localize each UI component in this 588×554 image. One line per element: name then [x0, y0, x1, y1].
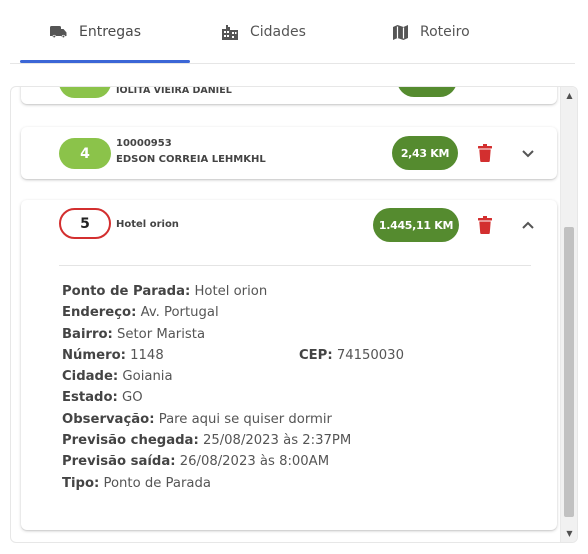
detail-cidade: Cidade: Goiania — [62, 369, 173, 385]
active-tab-indicator — [20, 60, 190, 63]
distance-badge — [397, 87, 457, 97]
scroll-down-arrow-icon[interactable]: ▼ — [561, 525, 577, 542]
stop-number-badge: 5 — [59, 208, 111, 239]
detail-endereco: Endereço: Av. Portugal — [62, 305, 219, 321]
tab-cidades[interactable]: Cidades — [222, 0, 306, 64]
tab-roteiro-label: Roteiro — [420, 24, 470, 40]
detail-tipo: Tipo: Ponto de Parada — [62, 475, 211, 491]
delivery-card-4[interactable]: 4 10000953 EDSON CORREIA LEHMKHL 2,43 KM — [21, 127, 557, 179]
detail-cep: CEP: 74150030 — [299, 347, 404, 363]
scroll-up-arrow-icon[interactable]: ▲ — [561, 87, 577, 104]
detail-ponto: Ponto de Parada: Hotel orion — [62, 284, 268, 299]
tab-roteiro[interactable]: Roteiro — [393, 0, 470, 64]
distance-badge: 2,43 KM — [392, 136, 458, 170]
detail-previsao-chegada: Previsão chegada: 25/08/2023 às 2:37PM — [62, 433, 352, 449]
card-divider — [59, 265, 531, 266]
map-icon — [393, 24, 408, 40]
trash-icon[interactable] — [478, 216, 492, 234]
chevron-up-icon[interactable] — [521, 220, 535, 230]
deliveries-list[interactable]: IOLITA VIEIRA DANIEL 4 10000953 EDSON CO… — [10, 86, 578, 543]
stop-name: Hotel orion — [116, 219, 179, 230]
detail-previsao-saida: Previsão saída: 26/08/2023 às 8:00AM — [62, 454, 330, 470]
stop-number-badge: 4 — [59, 138, 111, 169]
trash-icon[interactable] — [478, 144, 492, 162]
detail-estado: Estado: GO — [62, 390, 143, 406]
delivery-code: 10000953 — [116, 138, 172, 149]
truck-icon — [50, 25, 67, 39]
chevron-down-icon[interactable] — [521, 149, 535, 159]
stop-number-badge — [59, 87, 111, 98]
detail-numero: Número: 1148 CEP: 74150030 — [62, 345, 404, 366]
city-icon — [222, 24, 238, 40]
distance-badge: 1.445,11 KM — [373, 208, 459, 242]
tab-entregas[interactable]: Entregas — [50, 0, 141, 64]
scrollbar-thumb[interactable] — [564, 227, 574, 517]
detail-observacao: Observação: Pare aqui se quiser dormir — [62, 411, 332, 427]
tab-bar: Entregas Cidades Roteiro — [10, 0, 575, 64]
scrollbar[interactable]: ▲ ▼ — [560, 87, 577, 542]
detail-bairro: Bairro: Setor Marista — [62, 326, 206, 342]
delivery-card-3[interactable]: IOLITA VIEIRA DANIEL — [21, 86, 557, 104]
recipient-name: EDSON CORREIA LEHMKHL — [116, 154, 266, 165]
delivery-card-5[interactable]: 5 Hotel orion 1.445,11 KM Ponto de Parad… — [21, 200, 557, 530]
tab-entregas-label: Entregas — [79, 24, 142, 40]
recipient-name: IOLITA VIEIRA DANIEL — [116, 86, 232, 96]
tab-cidades-label: Cidades — [250, 24, 306, 40]
stop-details: Ponto de Parada: Hotel orion Endereço: A… — [62, 281, 404, 494]
